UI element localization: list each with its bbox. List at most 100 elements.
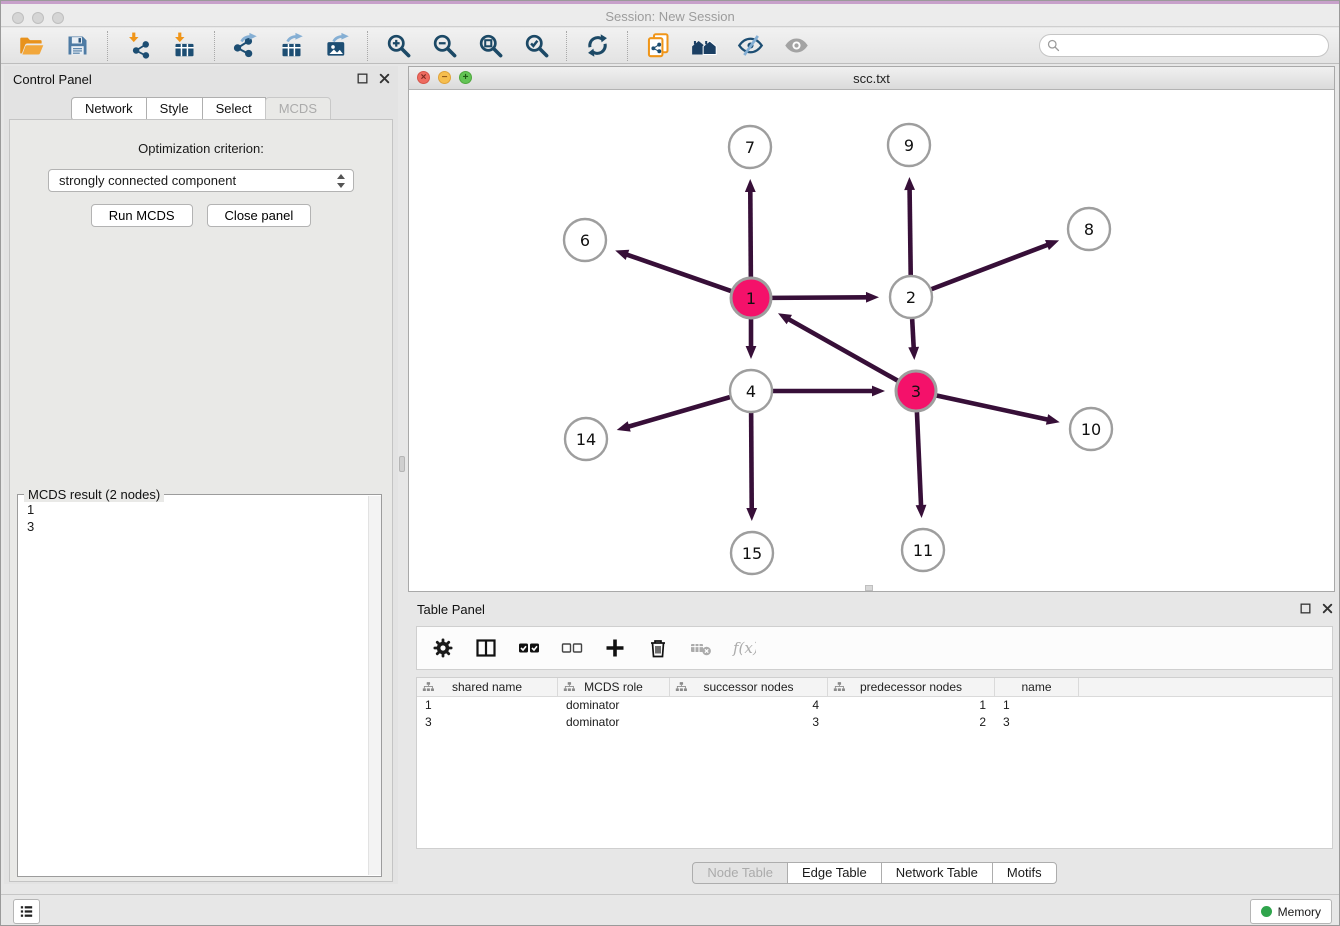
float-table-panel-icon[interactable]: [1298, 601, 1313, 616]
import-table-button[interactable]: [169, 31, 199, 61]
table-cell[interactable]: 2: [828, 714, 995, 731]
tab-node-table[interactable]: Node Table: [692, 862, 788, 884]
edge-2-3[interactable]: [912, 319, 914, 349]
close-table-panel-icon[interactable]: [1320, 601, 1335, 616]
table-row[interactable]: 3dominator323: [417, 714, 1332, 731]
plus-icon: [603, 636, 627, 660]
tab-select[interactable]: Select: [202, 97, 266, 121]
export-network-button[interactable]: [230, 31, 260, 61]
hierarchy-icon: [563, 681, 576, 694]
network-graph[interactable]: 7968124314101511: [409, 90, 1334, 591]
column-header-predecessor-nodes[interactable]: predecessor nodes: [828, 678, 995, 696]
column-header-MCDS-role[interactable]: MCDS role: [558, 678, 670, 696]
zoom-selected-button[interactable]: [521, 31, 551, 61]
close-panel-icon[interactable]: [377, 71, 392, 86]
table-cell[interactable]: 1: [828, 697, 995, 714]
tab-motifs[interactable]: Motifs: [992, 862, 1057, 884]
zoom-out-icon: [431, 32, 458, 59]
zoom-selected-icon: [523, 32, 550, 59]
column-view-button[interactable]: [473, 635, 499, 661]
edge-2-9[interactable]: [910, 188, 911, 275]
close-panel-button[interactable]: Close panel: [207, 204, 312, 227]
export-image-button[interactable]: [322, 31, 352, 61]
graph-node-label: 4: [746, 382, 756, 401]
canvas-splitter-handle[interactable]: [865, 585, 873, 591]
import-network-button[interactable]: [123, 31, 153, 61]
node-table: shared name MCDS rolesuccessor nodesprede…: [416, 677, 1333, 849]
optimization-criterion-label: Optimization criterion:: [10, 141, 392, 156]
float-panel-icon[interactable]: [355, 71, 370, 86]
edge-2-8[interactable]: [932, 244, 1049, 289]
panel-splitter-handle[interactable]: [399, 456, 405, 472]
status-bar: Memory: [1, 894, 1339, 926]
edge-1-6[interactable]: [626, 254, 732, 291]
run-mcds-button[interactable]: Run MCDS: [91, 204, 193, 227]
table-row[interactable]: 1dominator411: [417, 697, 1332, 714]
table-cell[interactable]: 3: [995, 714, 1079, 731]
tab-style[interactable]: Style: [146, 97, 203, 121]
column-label: shared name: [452, 680, 522, 694]
gear-button[interactable]: [430, 635, 456, 661]
delete-table-column-button: [688, 635, 714, 661]
zoom-out-button[interactable]: [429, 31, 459, 61]
table-cell[interactable]: 3: [417, 714, 558, 731]
edge-arrowhead: [1045, 240, 1059, 250]
table-cell[interactable]: dominator: [558, 697, 670, 714]
edge-1-2[interactable]: [772, 297, 868, 298]
clone-network-button[interactable]: [643, 31, 673, 61]
edge-3-10[interactable]: [937, 395, 1049, 419]
zoom-fit-button[interactable]: [475, 31, 505, 61]
open-session-icon: [18, 32, 45, 59]
column-header-name[interactable]: name: [995, 678, 1079, 696]
edge-3-1[interactable]: [788, 319, 898, 381]
mcds-tab-content: Optimization criterion: strongly connect…: [9, 119, 393, 882]
table-panel: Table Panel f(x) shared nameMCDS rolesuc…: [408, 596, 1340, 889]
checked-pair-button[interactable]: [516, 635, 542, 661]
fx-icon: f(x): [732, 636, 756, 660]
save-session-button[interactable]: [62, 31, 92, 61]
column-header-shared-name[interactable]: shared name: [417, 678, 558, 696]
plus-button[interactable]: [602, 635, 628, 661]
graph-node-label: 9: [904, 136, 914, 155]
search-input[interactable]: [1039, 34, 1329, 57]
unchecked-pair-button[interactable]: [559, 635, 585, 661]
open-home-button[interactable]: [689, 31, 719, 61]
hide-graphics-details-button[interactable]: [735, 31, 765, 61]
network-canvas[interactable]: 7968124314101511: [409, 90, 1334, 591]
tab-network-table[interactable]: Network Table: [881, 862, 993, 884]
table-cell[interactable]: 4: [670, 697, 828, 714]
tab-network[interactable]: Network: [71, 97, 147, 121]
export-table-button[interactable]: [276, 31, 306, 61]
edge-4-14[interactable]: [627, 397, 730, 427]
trash-icon: [646, 636, 670, 660]
tab-edge-table[interactable]: Edge Table: [787, 862, 882, 884]
memory-button[interactable]: Memory: [1250, 899, 1332, 924]
refresh-layout-icon: [584, 32, 611, 59]
graph-node-label: 8: [1084, 220, 1094, 239]
task-history-button[interactable]: [13, 899, 40, 924]
edge-arrowhead: [872, 386, 885, 397]
mcds-result-node: 3: [27, 518, 372, 535]
open-session-button[interactable]: [16, 31, 46, 61]
edge-4-15[interactable]: [751, 413, 752, 510]
edge-1-7[interactable]: [750, 190, 751, 277]
refresh-layout-button[interactable]: [582, 31, 612, 61]
hierarchy-icon: [422, 681, 435, 694]
table-cell[interactable]: dominator: [558, 714, 670, 731]
main-toolbar: [1, 28, 1339, 64]
edge-3-11[interactable]: [917, 412, 921, 507]
trash-button[interactable]: [645, 635, 671, 661]
table-cell[interactable]: 3: [670, 714, 828, 731]
edge-arrowhead: [746, 346, 757, 359]
zoom-in-button[interactable]: [383, 31, 413, 61]
tab-mcds[interactable]: MCDS: [265, 97, 331, 121]
optimization-criterion-dropdown[interactable]: strongly connected component: [48, 169, 354, 192]
column-header-successor-nodes[interactable]: successor nodes: [670, 678, 828, 696]
table-cell[interactable]: 1: [995, 697, 1079, 714]
mcds-result-node: 1: [27, 501, 372, 518]
network-window-titlebar: × − + scc.txt: [409, 67, 1334, 90]
result-scrollbar[interactable]: [368, 496, 381, 875]
table-cell[interactable]: 1: [417, 697, 558, 714]
list-icon: [18, 903, 35, 920]
hide-graphics-details-icon: [737, 32, 764, 59]
